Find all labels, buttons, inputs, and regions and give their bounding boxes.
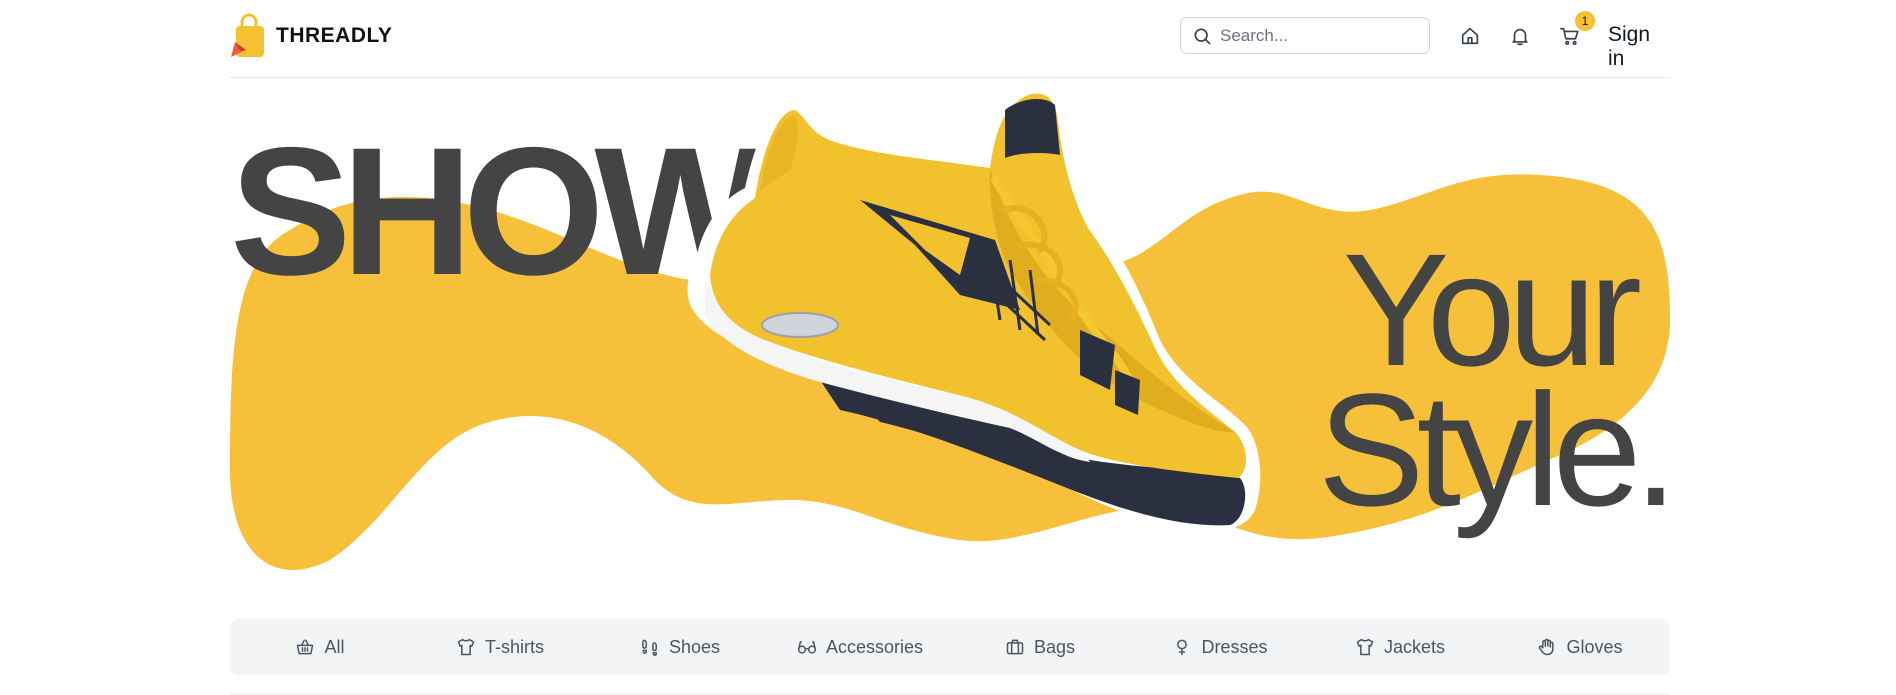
dress-icon	[1177, 639, 1188, 656]
page: THREADLY 1 Sign in	[230, 0, 1678, 695]
category-label: Bags	[1033, 636, 1076, 657]
category-bags[interactable]: Bags	[950, 619, 1130, 675]
hero-word-style: Style.	[1317, 360, 1678, 539]
search-box[interactable]	[1180, 17, 1430, 54]
top-navbar: THREADLY 1 Sign in	[230, 0, 1670, 78]
search-input[interactable]	[1220, 25, 1410, 46]
brand-name: THREADLY	[276, 24, 393, 47]
category-tshirts[interactable]: T-shirts	[410, 619, 590, 675]
category-bar: All T-shirts Shoes Accessories Bags Dres…	[230, 619, 1670, 675]
category-label: Shoes	[668, 636, 721, 657]
brand-logo[interactable]: THREADLY	[230, 13, 392, 59]
category-jackets[interactable]: Jackets	[1310, 619, 1490, 675]
sneaker-image	[687, 82, 1261, 531]
category-gloves[interactable]: Gloves	[1490, 619, 1670, 675]
category-label: Dresses	[1201, 636, 1268, 657]
home-button[interactable]	[1458, 24, 1482, 48]
glove-icon	[1539, 638, 1555, 656]
category-label: Accessories	[825, 636, 924, 657]
category-label: Jackets	[1383, 636, 1446, 657]
shopping-bag-icon	[231, 13, 264, 57]
cart-count-badge: 1	[1575, 11, 1595, 31]
category-accessories[interactable]: Accessories	[770, 619, 950, 675]
notifications-button[interactable]	[1508, 24, 1532, 48]
sign-in-link[interactable]: Sign in	[1608, 23, 1670, 71]
home-icon	[1461, 27, 1479, 45]
jacket-icon	[1356, 638, 1374, 656]
footprints-icon	[642, 639, 658, 656]
search-icon	[1194, 28, 1211, 44]
category-all[interactable]: All	[230, 619, 410, 675]
briefcase-icon	[1006, 639, 1024, 655]
category-dresses[interactable]: Dresses	[1130, 619, 1310, 675]
category-label: Gloves	[1566, 636, 1623, 657]
tshirt-icon	[457, 638, 475, 656]
basket-icon	[297, 639, 314, 655]
glasses-icon	[797, 641, 817, 654]
bell-icon	[1512, 28, 1528, 46]
category-shoes[interactable]: Shoes	[590, 619, 770, 675]
category-label: T-shirts	[484, 636, 544, 657]
category-label: All	[324, 636, 345, 657]
hero-banner: SHOW Your Style.	[230, 80, 1678, 580]
